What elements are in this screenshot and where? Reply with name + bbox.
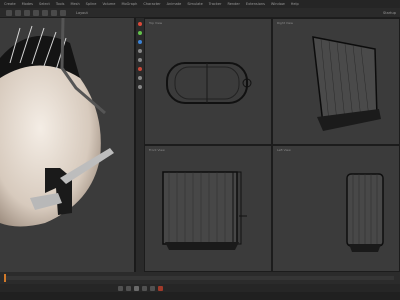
left-view-label: Left View xyxy=(277,148,291,152)
right-view-label: Right View xyxy=(277,21,293,25)
record-key-icon[interactable] xyxy=(158,285,163,291)
front-view-drawing xyxy=(162,171,247,250)
top-view-pane[interactable]: Top View xyxy=(144,18,272,145)
menu-character[interactable]: Character xyxy=(143,2,160,6)
select-button[interactable] xyxy=(24,9,30,16)
timeline xyxy=(0,272,400,284)
menu-mesh[interactable]: Mesh xyxy=(70,2,79,6)
menu-window[interactable]: Window xyxy=(271,2,285,6)
go-start-icon[interactable] xyxy=(118,285,123,291)
left-view-drawing xyxy=(346,173,384,252)
rotate-icon[interactable] xyxy=(138,40,142,44)
menu-select[interactable]: Select xyxy=(39,2,50,6)
right-view-pane[interactable]: Right View xyxy=(272,18,400,145)
top-view-label: Top View xyxy=(149,21,163,25)
light-icon[interactable] xyxy=(138,85,142,89)
go-end-icon[interactable] xyxy=(150,285,155,291)
transport-controls xyxy=(0,284,400,292)
menu-bar: Create Modes Select Tools Mesh Spline Vo… xyxy=(0,0,400,8)
startup-label[interactable]: Startup xyxy=(383,11,396,15)
redo-button[interactable] xyxy=(15,9,21,16)
record-icon[interactable] xyxy=(138,67,142,71)
move-icon[interactable] xyxy=(138,22,142,26)
left-view-pane[interactable]: Left View xyxy=(272,145,400,272)
play-icon[interactable] xyxy=(134,285,139,291)
menu-simulate[interactable]: Simulate xyxy=(187,2,202,6)
front-view-label: Front View xyxy=(149,148,165,152)
right-view-drawing xyxy=(312,36,381,131)
menu-help[interactable]: Help xyxy=(291,2,299,6)
menu-volume[interactable]: Volume xyxy=(102,2,115,6)
menu-extensions[interactable]: Extensions xyxy=(246,2,265,6)
status-bar xyxy=(0,292,400,300)
perspective-viewport[interactable] xyxy=(0,18,134,272)
menu-mograph[interactable]: MoGraph xyxy=(121,2,137,6)
menu-spline[interactable]: Spline xyxy=(86,2,97,6)
scale-icon[interactable] xyxy=(138,31,142,35)
scale-button[interactable] xyxy=(42,9,48,16)
camera-icon[interactable] xyxy=(138,76,142,80)
menu-animate[interactable]: Animate xyxy=(167,2,182,6)
next-frame-icon[interactable] xyxy=(142,285,147,291)
axis-lock-icon[interactable] xyxy=(138,58,142,62)
menu-create[interactable]: Create xyxy=(4,2,16,6)
menu-render[interactable]: Render xyxy=(227,2,239,6)
render-scene xyxy=(0,18,134,272)
menu-tools[interactable]: Tools xyxy=(56,2,65,6)
menu-modes[interactable]: Modes xyxy=(22,2,33,6)
prev-frame-icon[interactable] xyxy=(126,285,131,291)
render-button[interactable] xyxy=(60,9,66,16)
side-toolbar xyxy=(136,18,144,272)
toolbar: Layout Startup xyxy=(0,8,400,18)
move-button[interactable] xyxy=(33,9,39,16)
timeline-track[interactable] xyxy=(4,274,394,282)
front-view-pane[interactable]: Front View xyxy=(144,145,272,272)
rotate-button[interactable] xyxy=(51,9,57,16)
snap-icon[interactable] xyxy=(138,49,142,53)
menu-tracker[interactable]: Tracker xyxy=(209,2,222,6)
playhead[interactable] xyxy=(4,274,6,282)
undo-button[interactable] xyxy=(6,9,12,16)
layout-title: Layout xyxy=(76,10,88,15)
top-view-drawing xyxy=(166,62,252,104)
toolbar-left-group xyxy=(0,9,66,16)
